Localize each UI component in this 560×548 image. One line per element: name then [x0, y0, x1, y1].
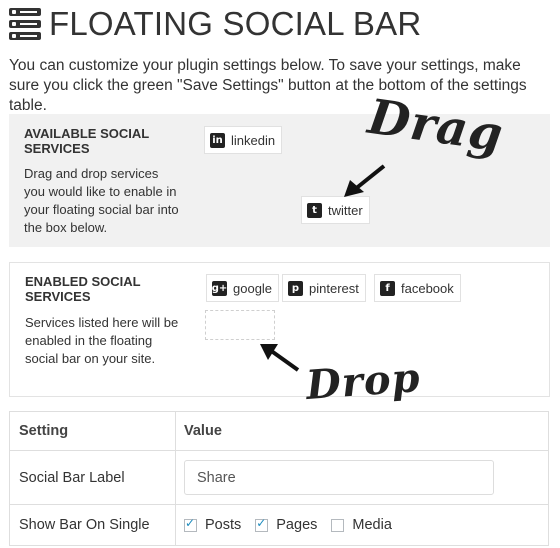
checkbox-checked-icon	[255, 516, 269, 532]
enabled-services-description: Services listed here will be enabled in …	[25, 315, 179, 366]
settings-table: Setting Value Social Bar Label Show Bar …	[9, 411, 549, 546]
media-checkbox[interactable]: Media	[331, 517, 392, 533]
table-header-row: Setting Value	[10, 412, 548, 451]
enabled-services-heading: ENABLED SOCIAL SERVICES	[25, 274, 141, 304]
service-facebook[interactable]: f facebook	[374, 274, 461, 302]
checkbox-unchecked-icon	[331, 518, 345, 532]
service-label: pinterest	[309, 280, 359, 296]
pages-checkbox[interactable]: Pages	[255, 516, 318, 533]
social-bar-label-input[interactable]	[184, 460, 494, 495]
service-google[interactable]: g+ google	[206, 274, 280, 302]
service-linkedin[interactable]: in linkedin	[204, 126, 283, 154]
show-bar-on-single-setting: Show Bar On Single	[10, 505, 176, 545]
media-label: Media	[352, 517, 392, 533]
column-header-value: Value	[184, 423, 222, 439]
linkedin-icon: in	[210, 132, 225, 148]
checkbox-checked-icon	[184, 516, 197, 532]
table-row: Social Bar Label	[10, 451, 548, 505]
google-plus-icon: g+	[211, 280, 228, 296]
drop-annotation: Drop	[304, 354, 422, 409]
service-label: facebook	[401, 280, 454, 296]
page-header: FLOATING SOCIAL BAR	[9, 4, 421, 44]
facebook-icon: f	[380, 280, 395, 296]
drop-arrow-icon	[260, 344, 300, 372]
service-label: google	[233, 280, 273, 296]
available-services-description: Drag and drop services you would like to…	[24, 166, 179, 235]
service-pinterest[interactable]: p pinterest	[282, 274, 366, 302]
drop-zone[interactable]	[205, 310, 275, 340]
drag-arrow-icon	[344, 164, 386, 197]
pages-label: Pages	[276, 517, 318, 533]
column-header-setting: Setting	[10, 412, 176, 450]
posts-checkbox[interactable]: Posts	[184, 516, 242, 533]
twitter-icon: t	[307, 202, 322, 218]
posts-label: Posts	[205, 517, 242, 533]
enabled-services-panel: ENABLED SOCIAL SERVICES Services listed …	[9, 262, 550, 397]
page-title: FLOATING SOCIAL BAR	[49, 5, 422, 42]
table-row: Show Bar On Single Posts Pages Media	[10, 505, 548, 545]
service-label: twitter	[328, 202, 363, 218]
available-services-heading: AVAILABLE SOCIAL SERVICES	[24, 126, 149, 156]
pinterest-icon: p	[288, 280, 303, 296]
stacked-bars-icon	[9, 8, 41, 40]
service-twitter[interactable]: t twitter	[301, 196, 370, 224]
service-label: linkedin	[231, 132, 276, 148]
social-bar-label-setting: Social Bar Label	[10, 451, 176, 504]
